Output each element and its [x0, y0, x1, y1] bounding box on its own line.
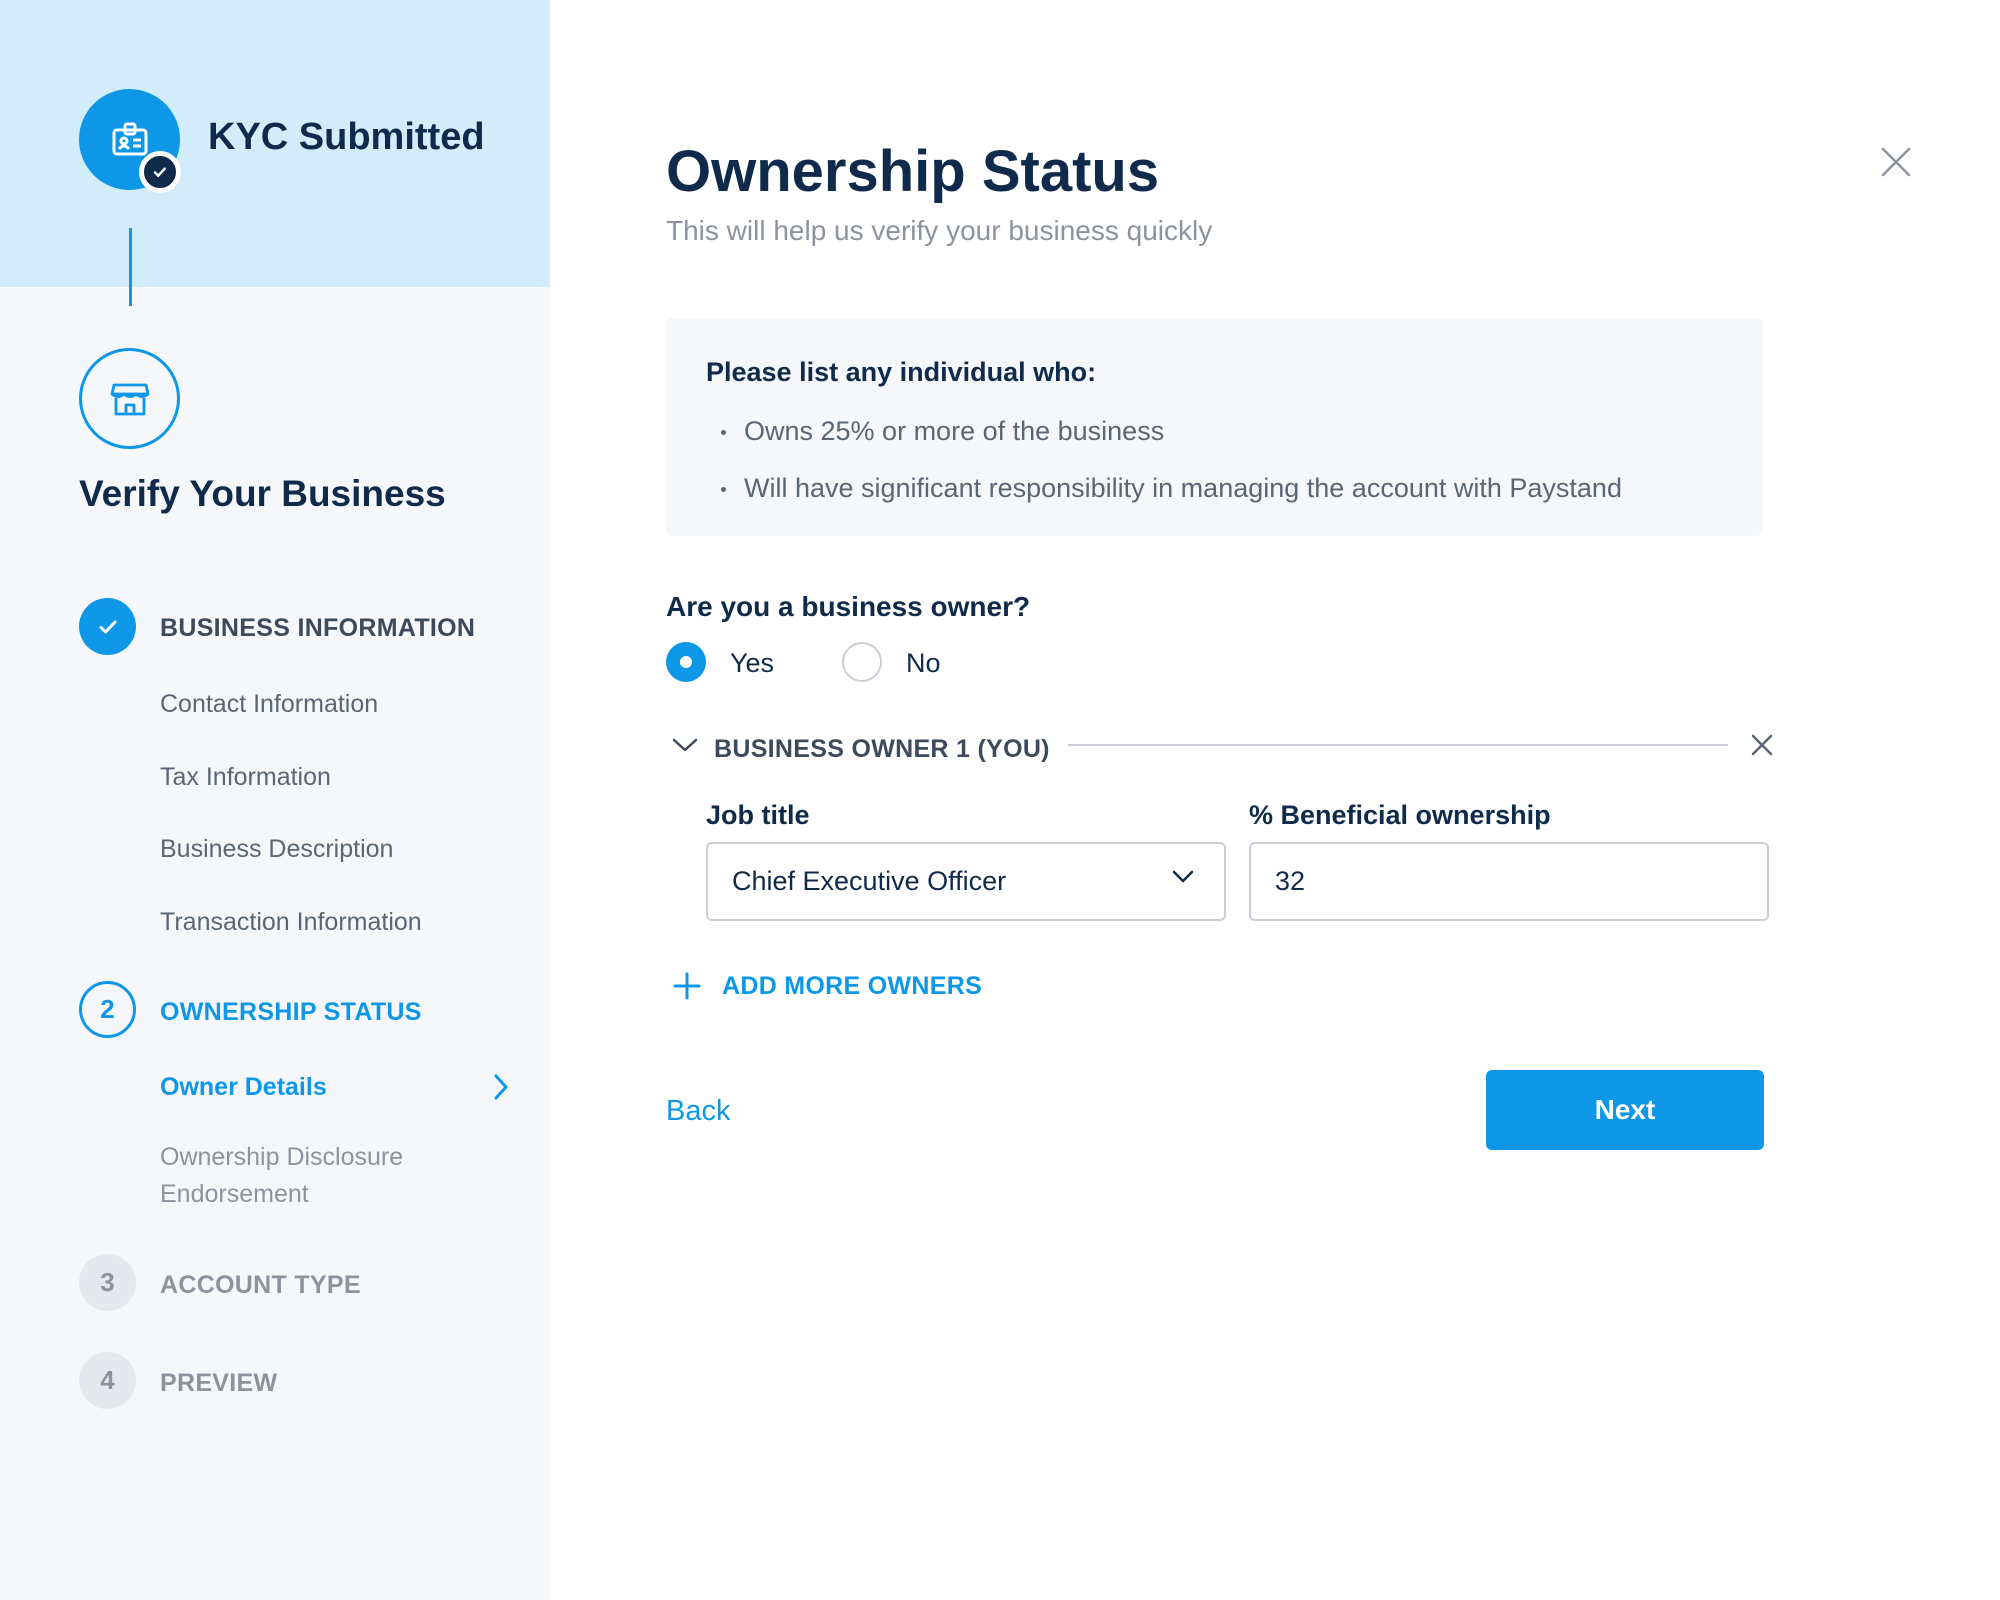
radio-no[interactable] [842, 642, 882, 682]
beneficial-ownership-input[interactable]: 32 [1249, 842, 1769, 921]
sidebar: KYC Submitted Verify Your Business BUSIN… [0, 0, 550, 1600]
step-account-type[interactable]: ACCOUNT TYPE [160, 1271, 361, 1300]
back-button[interactable]: Back [666, 1095, 730, 1128]
criteria-bullet: Owns 25% or more of the business [721, 416, 1164, 447]
page-subtitle: This will help us verify your business q… [666, 215, 1213, 246]
add-more-owners-label: ADD MORE OWNERS [722, 971, 983, 1000]
next-button[interactable]: Next [1486, 1070, 1764, 1150]
divider [1068, 744, 1728, 746]
chevron-down-icon [1172, 870, 1194, 883]
kyc-submitted-title: KYC Submitted [208, 116, 485, 158]
criteria-heading: Please list any individual who: [706, 357, 1097, 387]
step-preview[interactable]: PREVIEW [160, 1369, 277, 1398]
step-2-number: 2 [79, 981, 136, 1038]
sub-step-tax-information[interactable]: Tax Information [160, 763, 331, 792]
step-4-number: 4 [79, 1352, 136, 1409]
job-title-label: Job title [706, 800, 810, 830]
sub-step-ownership-disclosure-line1: Ownership Disclosure [160, 1143, 404, 1171]
ownership-criteria-box: Please list any individual who: Owns 25%… [666, 318, 1763, 536]
sub-step-contact-information[interactable]: Contact Information [160, 690, 378, 719]
step-business-information[interactable]: BUSINESS INFORMATION [160, 614, 475, 643]
sub-step-owner-details[interactable]: Owner Details [160, 1073, 327, 1102]
criteria-bullet: Will have significant responsibility in … [721, 473, 1622, 504]
business-owner-section-title: BUSINESS OWNER 1 (YOU) [714, 735, 1050, 763]
collapse-owner-button[interactable] [672, 737, 698, 758]
close-dialog-button[interactable] [1880, 146, 1912, 178]
page-title: Ownership Status [666, 139, 1160, 204]
close-icon [1881, 147, 1911, 177]
step-1-complete-icon [79, 598, 136, 655]
remove-owner-button[interactable] [1750, 733, 1774, 757]
criteria-bullet-text: Will have significant responsibility in … [744, 473, 1622, 503]
job-title-select[interactable]: Chief Executive Officer [706, 842, 1226, 921]
chevron-down-icon [672, 738, 698, 752]
sub-step-ownership-disclosure-line2: Endorsement [160, 1180, 309, 1208]
criteria-bullet-text: Owns 25% or more of the business [744, 416, 1165, 446]
chevron-right-icon [492, 1073, 510, 1106]
sub-step-business-description[interactable]: Business Description [160, 835, 393, 864]
sub-step-ownership-disclosure[interactable]: Ownership Disclosure Endorsement [160, 1139, 403, 1213]
add-more-owners-button[interactable]: ADD MORE OWNERS [672, 971, 982, 1001]
step-ownership-status[interactable]: OWNERSHIP STATUS [160, 998, 422, 1027]
radio-yes-label[interactable]: Yes [730, 648, 774, 679]
storefront-icon [79, 348, 180, 449]
plus-icon [673, 972, 701, 1000]
beneficial-ownership-label: % Beneficial ownership [1249, 800, 1551, 830]
radio-yes[interactable] [666, 642, 706, 682]
sub-step-transaction-information[interactable]: Transaction Information [160, 908, 422, 937]
beneficial-ownership-value: 32 [1275, 866, 1306, 896]
business-owner-question: Are you a business owner? [666, 591, 1031, 622]
radio-no-label[interactable]: No [906, 648, 941, 679]
step-3-number: 3 [79, 1254, 136, 1311]
verify-business-title: Verify Your Business [79, 473, 446, 514]
check-badge-icon [139, 151, 181, 193]
step-connector [129, 228, 132, 306]
close-icon [1751, 734, 1773, 756]
job-title-value: Chief Executive Officer [732, 866, 1007, 896]
